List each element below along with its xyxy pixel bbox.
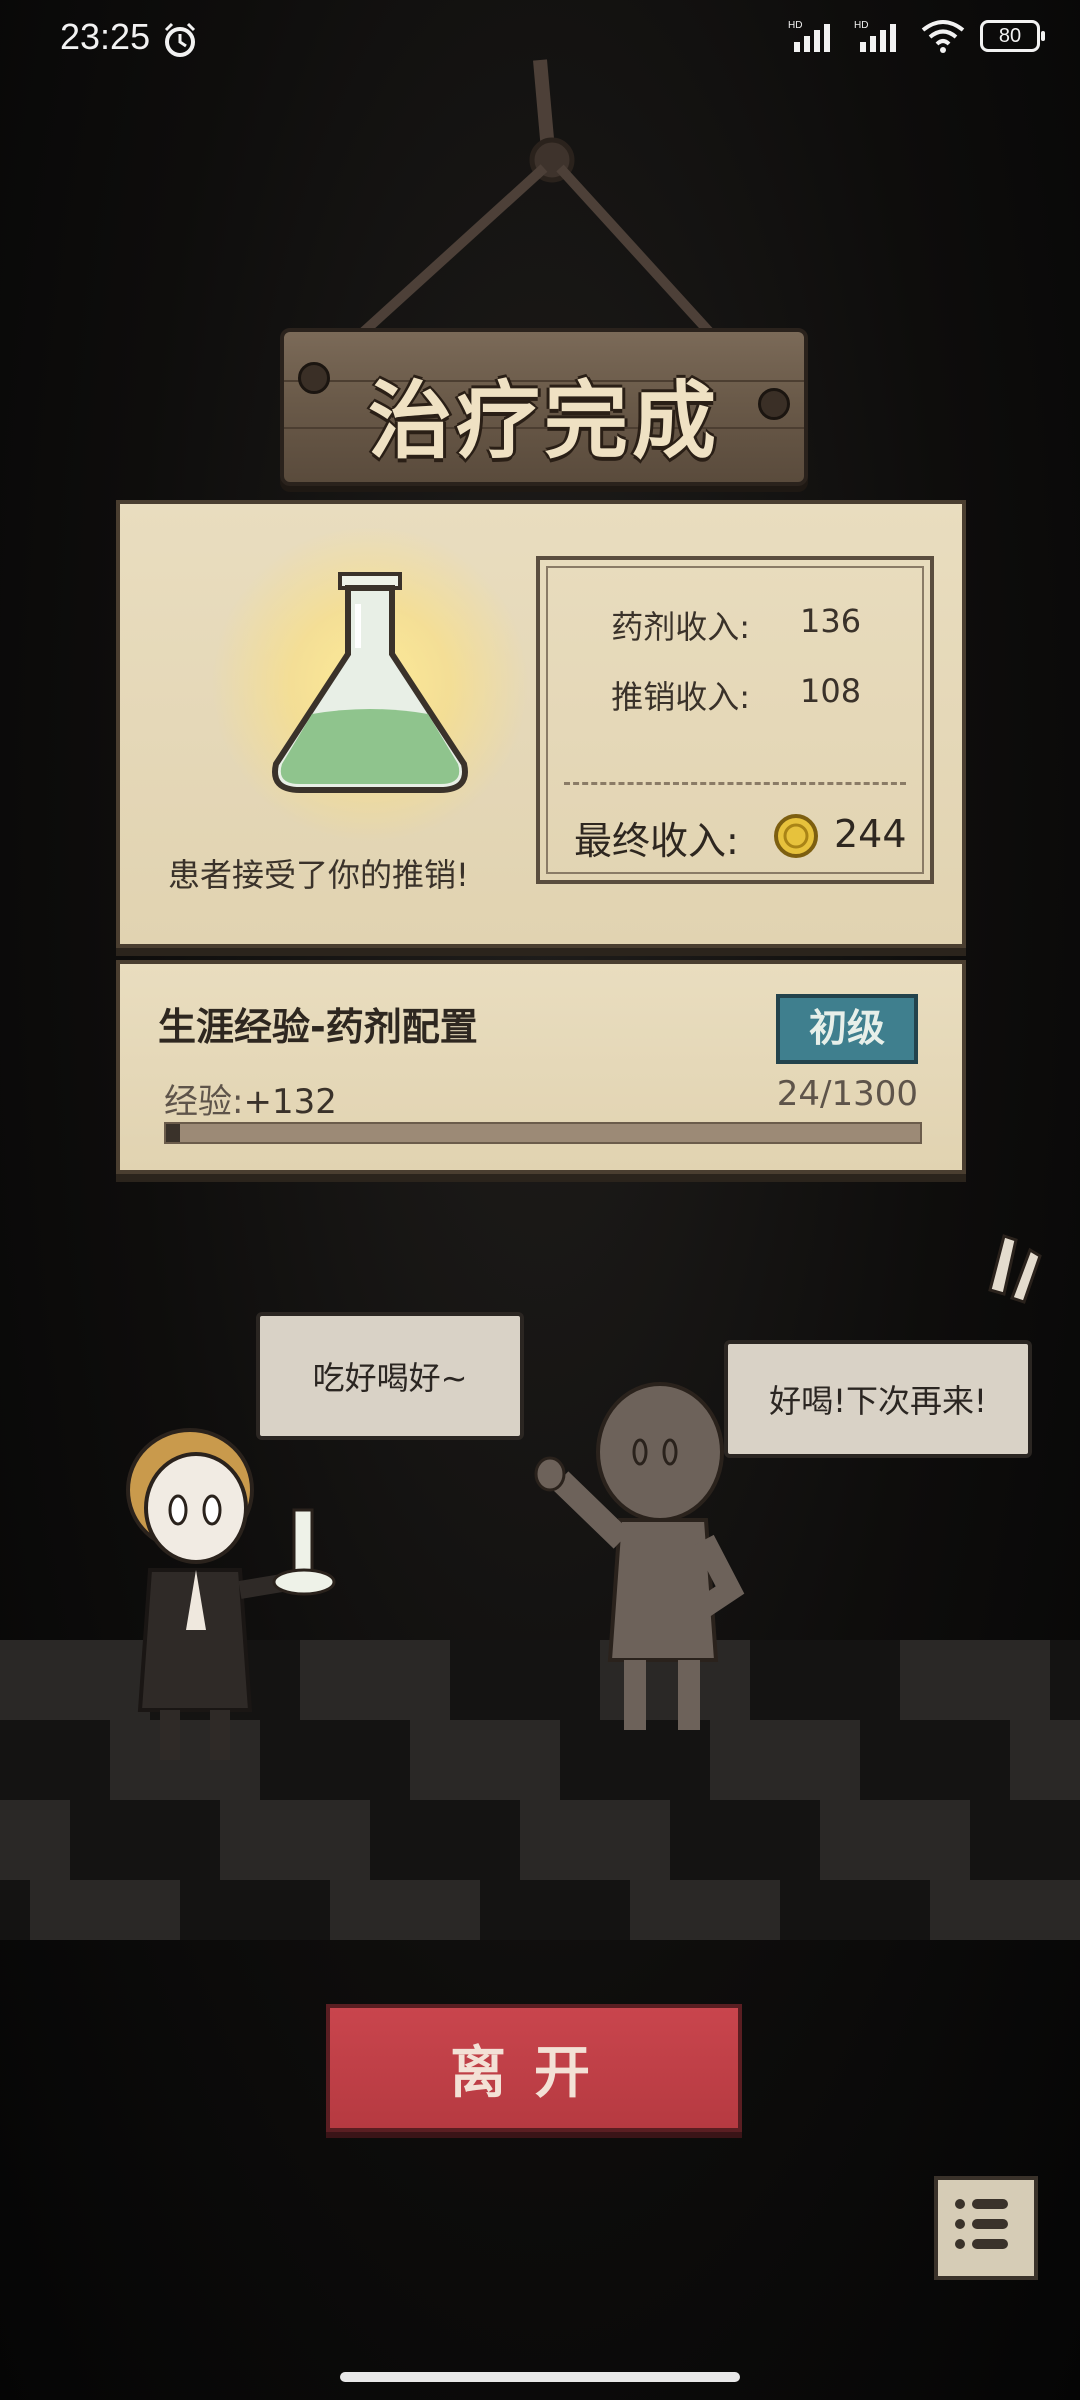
- potion-income-label: 药剂收入:: [611, 608, 750, 646]
- income-box: 药剂收入: 136 推销收入: 108 最终收入: 244: [536, 556, 934, 884]
- final-income-value: 244: [834, 812, 907, 856]
- experience-progress-text: 24/1300: [776, 1074, 918, 1114]
- promo-income-value: 108: [800, 672, 862, 710]
- level-badge: 初级: [776, 994, 918, 1064]
- experience-progress-bar: [164, 1122, 922, 1144]
- treatment-scene: [126, 1234, 1042, 1760]
- flask-icon: [272, 572, 468, 793]
- coin-icon: [774, 814, 818, 858]
- experience-gain: 经验:+132: [164, 1074, 337, 1123]
- divider: [564, 782, 906, 785]
- patient-speech-bubble: 好喝!下次再来!: [724, 1340, 1032, 1458]
- doctor-speech-bubble: 吃好喝好~: [256, 1312, 524, 1440]
- title-sign: 治疗完成: [280, 328, 808, 486]
- patient-character: [534, 1382, 745, 1730]
- final-income-label: 最终收入:: [574, 819, 739, 863]
- experience-gain-label: 经验:: [164, 1082, 244, 1122]
- promo-income-label: 推销收入:: [611, 678, 750, 716]
- exclamation-icon: [988, 1234, 1042, 1304]
- page-title: 治疗完成: [367, 372, 720, 470]
- experience-title: 生涯经验-药剂配置: [158, 1005, 478, 1049]
- patient-message: 患者接受了你的推销!: [168, 856, 469, 894]
- nail-icon: [758, 388, 790, 420]
- career-experience-panel: 生涯经验-药剂配置 初级 经验:+132 24/1300: [116, 960, 966, 1174]
- experience-progress-fill: [166, 1124, 180, 1142]
- home-indicator[interactable]: [340, 2372, 740, 2382]
- doctor-character: [126, 1428, 336, 1760]
- potion-income-value: 136: [800, 602, 862, 640]
- menu-button[interactable]: [934, 2176, 1038, 2280]
- experience-gain-value: +132: [243, 1082, 337, 1122]
- treatment-result-panel: 患者接受了你的推销! 药剂收入: 136 推销收入: 108 最终收入: 244: [116, 500, 966, 948]
- leave-button[interactable]: 离开: [326, 2004, 742, 2132]
- list-menu-icon: [955, 2199, 1008, 2249]
- nail-icon: [298, 362, 330, 394]
